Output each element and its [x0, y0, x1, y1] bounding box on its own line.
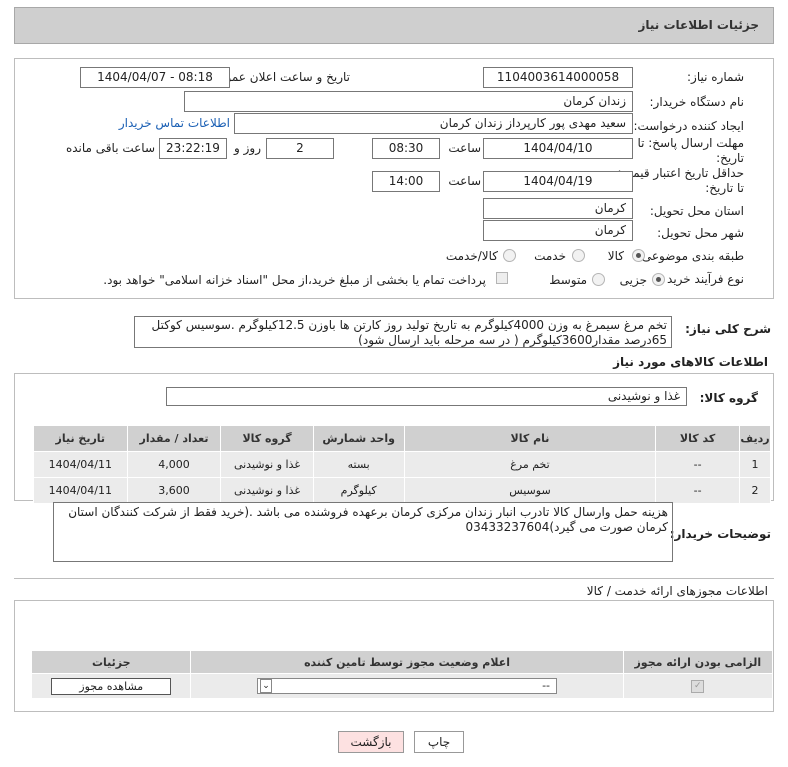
goods-cell-date: 1404/04/11 [33, 477, 128, 504]
category-option-goods-service: کالا/خدمت [445, 249, 498, 263]
goods-cell-code: -- [655, 451, 741, 478]
goods-group-label: گروه کالا: [699, 391, 758, 405]
reply-time-field: 08:30 [372, 138, 440, 159]
licenses-row: ✓ -- ⌄ مشاهده مجوز [30, 673, 774, 699]
licenses-cell-status: -- ⌄ [190, 673, 624, 699]
goods-row: 2 -- سوسیس کیلوگرم غذا و نوشیدنی 3,600 1… [33, 477, 771, 504]
licenses-col-status: اعلام وضعیت مجوز توسط تامین کننده [190, 650, 624, 674]
reply-date-field: 1404/04/10 [483, 138, 633, 159]
purchase-option-medium: متوسط [549, 273, 587, 287]
licenses-cell-required: ✓ [622, 673, 774, 699]
description-textarea[interactable]: تخم مرغ سیمرغ به وزن 4000کیلوگرم به تاری… [134, 316, 672, 348]
goods-group-field: غذا و نوشیدنی [166, 387, 687, 406]
buyer-notes-textarea[interactable]: هزینه حمل وارسال کالا تادرب انبار زندان … [53, 502, 673, 562]
treasury-payment-note: پرداخت تمام یا بخشی از مبلغ خرید،از محل … [103, 273, 486, 287]
creator-field: سعید مهدی پور کارپرداز زندان کرمان [234, 113, 633, 134]
goods-col-code: کد کالا [655, 425, 741, 452]
goods-cell-group: غذا و نوشیدنی [220, 451, 314, 478]
validity-date-field: 1404/04/19 [483, 171, 633, 192]
province-label: استان محل تحویل: [649, 204, 744, 218]
goods-cell-unit: بسته [312, 451, 405, 478]
buyer-org-field: زندان کرمان [184, 91, 633, 112]
chevron-down-icon: ⌄ [260, 679, 273, 693]
goods-cell-group: غذا و نوشیدنی [220, 477, 314, 504]
validity-time-word: ساعت [448, 174, 481, 188]
need-number-label: شماره نیاز: [687, 70, 744, 84]
print-button[interactable]: چاپ [414, 731, 464, 753]
reply-deadline-label: مهلت ارسال پاسخ: تا [637, 136, 744, 150]
goods-section-title: اطلاعات کالاهای مورد نیاز [613, 355, 768, 369]
category-option-goods: کالا [607, 249, 624, 263]
goods-table: ردیف کد کالا نام کالا واحد شمارش گروه کا… [33, 425, 771, 504]
buyer-contact-link[interactable]: اطلاعات تماس خریدار [119, 116, 230, 130]
category-option-service: خدمت [534, 249, 566, 263]
license-required-checkbox: ✓ [691, 679, 705, 693]
licenses-section-title: اطلاعات مجوزهای ارائه خدمت / کالا [586, 584, 768, 598]
goods-col-date: تاریخ نیاز [33, 425, 128, 452]
category-radio-goods[interactable] [632, 249, 645, 262]
page-title: جزئیات اطلاعات نیاز [638, 18, 759, 32]
province-field: کرمان [483, 198, 633, 219]
price-validity-label-2: تا تاریخ: [705, 181, 744, 195]
buyer-org-label: نام دستگاه خریدار: [649, 95, 745, 109]
back-button[interactable]: بازگشت [338, 731, 404, 753]
license-status-select[interactable]: -- ⌄ [257, 678, 558, 694]
purchase-type-label: نوع فرآیند خرید : [659, 272, 744, 286]
goods-cell-name: سوسیس [403, 477, 657, 504]
view-license-button[interactable]: مشاهده مجوز [51, 677, 172, 695]
remaining-time-field: 23:22:19 [159, 138, 227, 159]
city-label: شهر محل تحویل: [657, 226, 744, 240]
category-label: طبقه بندی موضوعی: [637, 249, 744, 263]
category-radio-service[interactable] [572, 249, 585, 262]
license-status-value: -- [542, 679, 551, 692]
licenses-col-required: الزامی بودن ارائه مجوز [622, 650, 774, 674]
remaining-time-word: ساعت باقی مانده [65, 141, 155, 155]
goods-cell-row: 2 [739, 477, 771, 504]
reply-time-word: ساعت [448, 141, 481, 155]
price-validity-label: حداقل تاریخ اعتبار قیمت: [617, 166, 744, 180]
goods-cell-name: تخم مرغ [403, 451, 657, 478]
goods-col-row: ردیف [739, 425, 771, 452]
licenses-cell-details: مشاهده مجوز [30, 673, 192, 699]
page-header: جزئیات اطلاعات نیاز [14, 7, 774, 44]
reply-deadline-label-2: تاریخ: [716, 151, 744, 165]
licenses-col-details: جزئیات [30, 650, 192, 674]
purchase-radio-medium[interactable] [592, 273, 605, 286]
goods-cell-qty: 3,600 [126, 477, 222, 504]
goods-col-unit: واحد شمارش [312, 425, 405, 452]
validity-time-field: 14:00 [372, 171, 440, 192]
announce-datetime-field: 1404/04/07 - 08:18 [80, 67, 230, 88]
goods-cell-row: 1 [739, 451, 771, 478]
city-field: کرمان [483, 220, 633, 241]
goods-cell-code: -- [655, 477, 741, 504]
goods-col-group: گروه کالا [220, 425, 314, 452]
goods-cell-date: 1404/04/11 [33, 451, 128, 478]
purchase-option-minor: جزیی [619, 273, 647, 287]
licenses-table: الزامی بودن ارائه مجوز اعلام وضعیت مجوز … [30, 650, 774, 699]
treasury-payment-checkbox[interactable] [496, 272, 508, 284]
goods-row: 1 -- تخم مرغ بسته غذا و نوشیدنی 4,000 14… [33, 451, 771, 478]
description-label: شرح کلی نیاز: [685, 322, 771, 336]
days-field: 2 [266, 138, 334, 159]
goods-cell-qty: 4,000 [126, 451, 222, 478]
purchase-radio-minor[interactable] [652, 273, 665, 286]
licenses-divider [14, 578, 774, 579]
goods-cell-unit: کیلوگرم [312, 477, 405, 504]
days-word: روز و [234, 141, 261, 155]
buyer-notes-label: توضیحات خریدار: [669, 527, 771, 541]
goods-col-name: نام کالا [403, 425, 657, 452]
category-radio-goods-service[interactable] [503, 249, 516, 262]
creator-label: ایجاد کننده درخواست: [633, 119, 744, 133]
goods-col-qty: تعداد / مقدار [126, 425, 222, 452]
need-number-field: 1104003614000058 [483, 67, 633, 88]
